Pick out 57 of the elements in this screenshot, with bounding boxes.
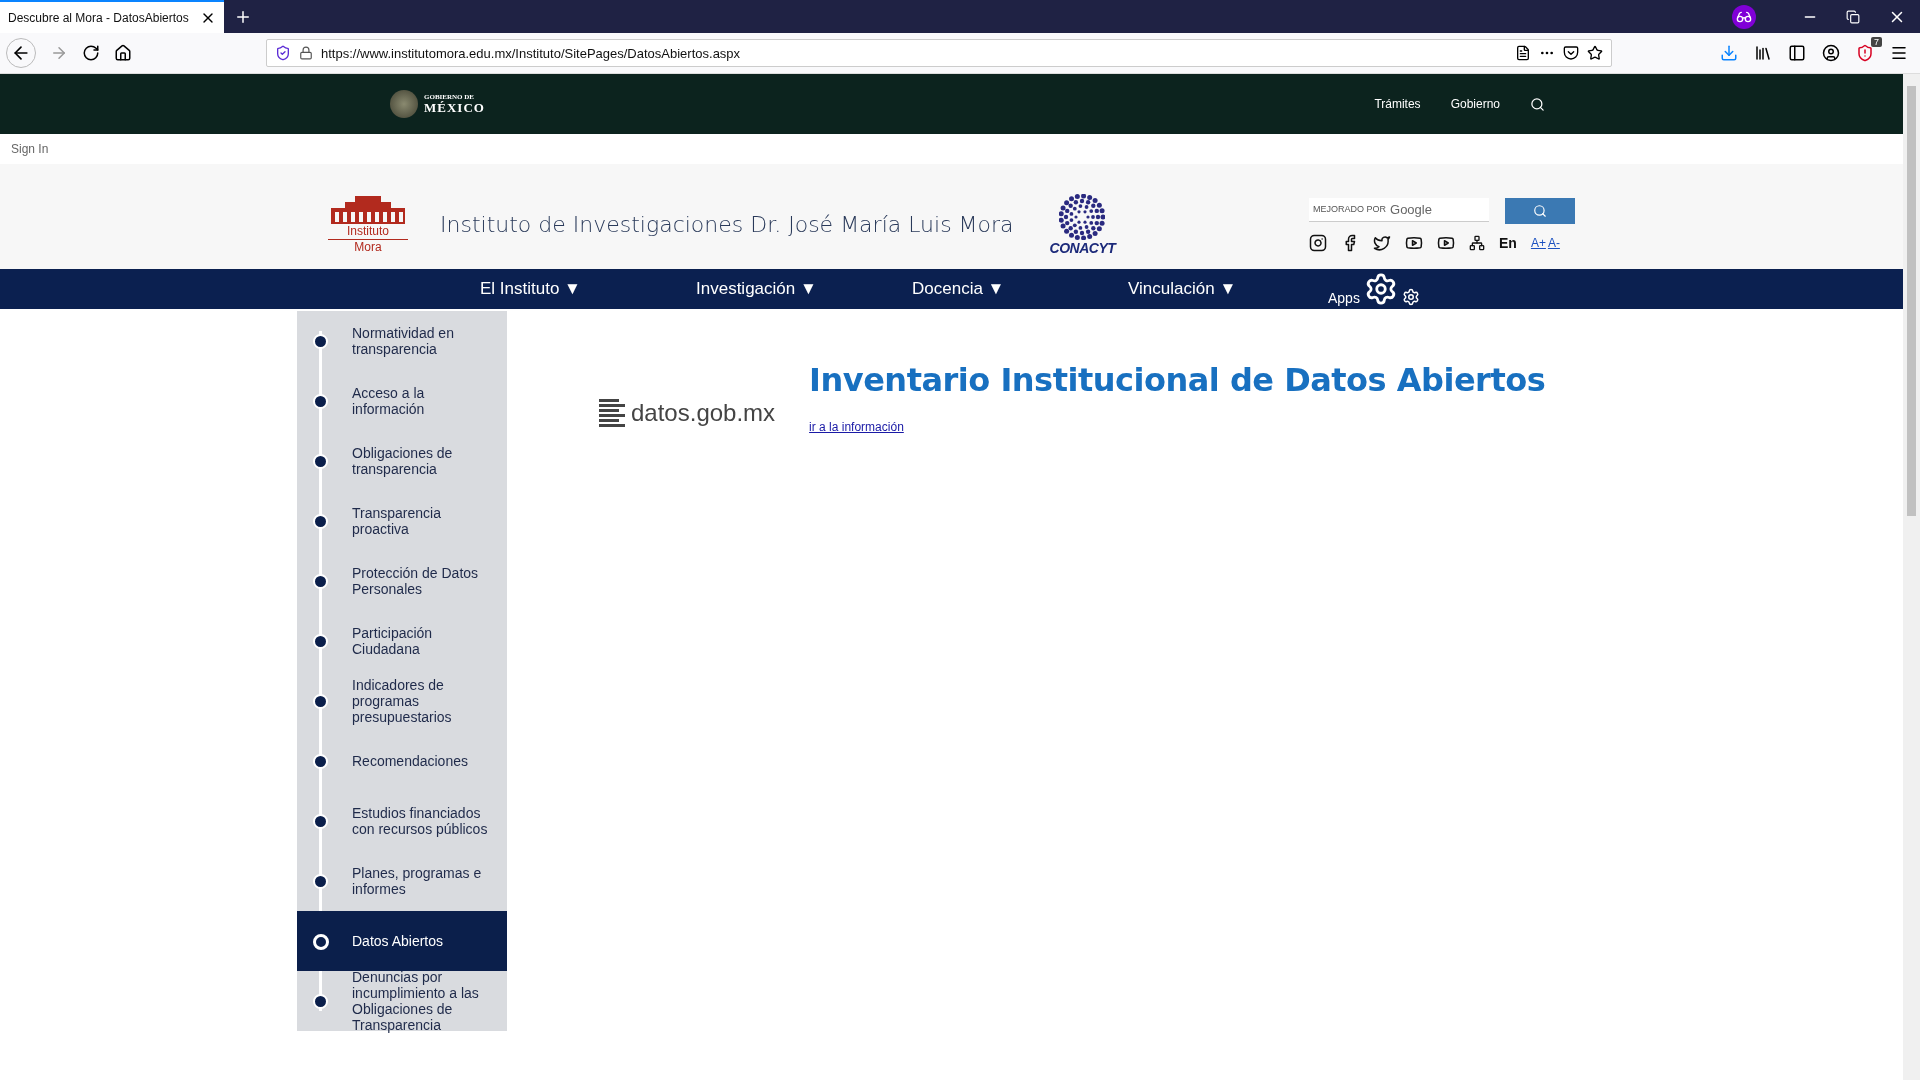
nav-menu-item[interactable]: Investigación ▼ bbox=[696, 279, 912, 299]
search-icon[interactable] bbox=[1530, 96, 1545, 112]
forward-icon[interactable] bbox=[50, 44, 68, 62]
nav-menu-item[interactable]: Docencia ▼ bbox=[912, 279, 1128, 299]
font-increase-link[interactable]: A+ bbox=[1530, 235, 1546, 250]
sidebar-icon[interactable] bbox=[1788, 44, 1806, 62]
sidebar-item[interactable]: Acceso a la información bbox=[297, 371, 507, 431]
shield-icon bbox=[275, 45, 291, 61]
pocket-icon[interactable] bbox=[1563, 45, 1579, 61]
sidebar-item[interactable]: Transparencia proactiva bbox=[297, 491, 507, 551]
info-link[interactable]: ir a la información bbox=[809, 420, 904, 434]
partner-logo[interactable]: CONACYT bbox=[1049, 193, 1116, 256]
sidebar-item[interactable]: Denuncias por incumplimiento a las Obligaciones de Transparencia bbox=[297, 971, 507, 1031]
instagram-icon[interactable] bbox=[1309, 233, 1327, 252]
star-icon[interactable] bbox=[1587, 45, 1603, 61]
count-badge: 7 bbox=[1871, 37, 1882, 47]
restore-icon[interactable] bbox=[1846, 9, 1860, 24]
sidebar-item[interactable]: Normatividad en transparencia bbox=[297, 311, 507, 371]
twitter-icon[interactable] bbox=[1373, 233, 1391, 252]
sidebar-item[interactable]: Protección de Datos Personales bbox=[297, 551, 507, 611]
search-icon bbox=[1533, 203, 1547, 218]
gear-icon[interactable] bbox=[1401, 288, 1420, 306]
reload-icon[interactable] bbox=[82, 44, 100, 62]
shield-icon[interactable] bbox=[1856, 44, 1874, 62]
nav-menu-item[interactable]: El Instituto ▼ bbox=[480, 279, 696, 299]
sidebar-item[interactable]: Obligaciones de transparencia bbox=[297, 431, 507, 491]
institute-logo[interactable]: Instituto Mora bbox=[328, 194, 408, 255]
tab-title: Descubre al Mora - DatosAbiertos bbox=[8, 10, 189, 25]
sidebar-item[interactable]: Datos Abiertos bbox=[297, 911, 507, 971]
sidebar-item[interactable]: Indicadores de programas presupuestarios bbox=[297, 671, 507, 731]
nav-link[interactable]: Trámites bbox=[1374, 97, 1421, 111]
search-field[interactable]: MEJORADO POR Google bbox=[1309, 197, 1489, 222]
sidebar-item[interactable]: Recomendaciones bbox=[297, 731, 507, 791]
address-bar[interactable]: https://www.institutomora.edu.mx/Instituto/SitePages/DatosAbiertos.aspx bbox=[266, 39, 1612, 67]
lock-icon bbox=[299, 46, 313, 60]
font-decrease-link[interactable]: A- bbox=[1547, 235, 1560, 250]
scrollbar[interactable] bbox=[1903, 74, 1920, 1080]
nav-link[interactable]: Gobierno bbox=[1450, 97, 1500, 111]
sidebar-item[interactable]: Planes, programas e informes bbox=[297, 851, 507, 911]
sidebar-item[interactable]: Estudios financiados con recursos públicos bbox=[297, 791, 507, 851]
sidebar-item[interactable]: Participación Ciudadana bbox=[297, 611, 507, 671]
page-title: Inventario Institucional de Datos Abiertos bbox=[809, 361, 1546, 399]
library-icon[interactable] bbox=[1754, 44, 1772, 62]
sitemap-icon[interactable] bbox=[1469, 234, 1485, 251]
site-title: Instituto de Investigaciones Dr. José María Luis Mora bbox=[440, 212, 1014, 237]
reader-icon[interactable] bbox=[1515, 45, 1531, 61]
browser-tab[interactable]: Descubre al Mora - DatosAbiertos bbox=[0, 0, 224, 33]
menu-icon[interactable] bbox=[1890, 44, 1908, 62]
account-icon[interactable] bbox=[1822, 44, 1840, 62]
datos-logo[interactable]: datos.gob.mx bbox=[599, 391, 776, 435]
download-icon[interactable] bbox=[1720, 44, 1738, 62]
search-button[interactable] bbox=[1505, 197, 1575, 224]
home-icon[interactable] bbox=[114, 44, 132, 62]
sign-in-link[interactable]: Sign In bbox=[11, 142, 49, 156]
url-text: https://www.institutomora.edu.mx/Instituto/SitePages/DatosAbiertos.aspx bbox=[321, 45, 742, 61]
language-link[interactable]: En bbox=[1499, 234, 1517, 251]
apps-link[interactable]: Apps bbox=[1328, 290, 1360, 306]
